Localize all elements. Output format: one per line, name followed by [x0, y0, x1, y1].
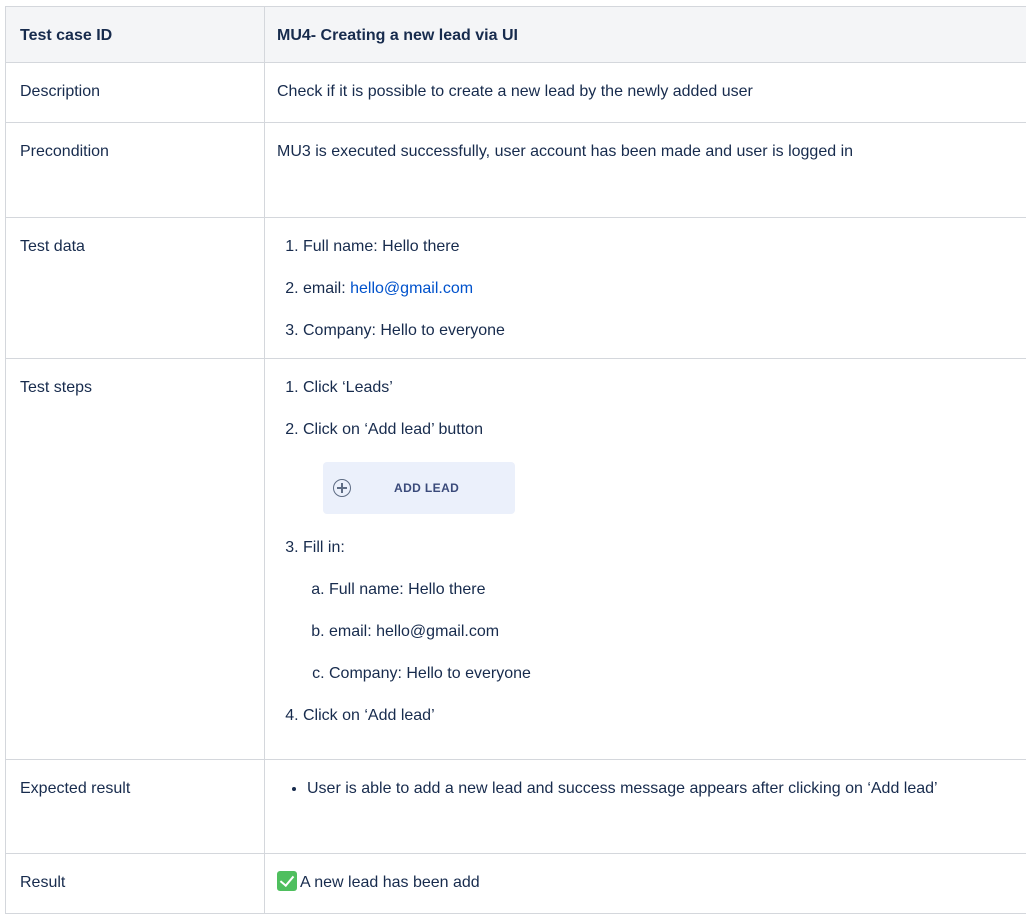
item-prefix: email:	[303, 280, 350, 297]
table-row-test-steps: Test steps Click ‘Leads’ Click on ‘Add l…	[6, 359, 1026, 760]
header-value: MU4- Creating a new lead via UI	[265, 7, 1026, 63]
step-3-text: Fill in:	[303, 539, 345, 556]
table-row-expected-result: Expected result User is able to add a ne…	[6, 760, 1026, 854]
email-link[interactable]: hello@gmail.com	[350, 280, 473, 297]
test-case-table: Test case ID MU4- Creating a new lead vi…	[5, 6, 1026, 914]
step-3-sublist: Full name: Hello there email: hello@gmai…	[303, 576, 1021, 688]
list-item: User is able to add a new lead and succe…	[307, 775, 1021, 803]
table-row-test-data: Test data Full name: Hello there email: …	[6, 218, 1026, 359]
table-row-description: Description Check if it is possible to c…	[6, 63, 1026, 123]
test-steps-label: Test steps	[6, 359, 265, 760]
step-4: Click on ‘Add lead’	[303, 702, 1021, 730]
item-value: Hello there	[382, 238, 459, 255]
expected-result-label: Expected result	[6, 760, 265, 854]
page: Test case ID MU4- Creating a new lead vi…	[0, 0, 1026, 911]
test-steps-list: Click ‘Leads’ Click on ‘Add lead’ button…	[277, 374, 1021, 730]
result-text: A new lead has been add	[300, 874, 480, 891]
step-2-text: Click on ‘Add lead’ button	[303, 421, 483, 438]
list-item: email: hello@gmail.com	[303, 275, 1021, 303]
description-value: Check if it is possible to create a new …	[265, 63, 1026, 123]
test-data-list: Full name: Hello there email: hello@gmai…	[277, 233, 1021, 345]
expected-result-list: User is able to add a new lead and succe…	[277, 775, 1021, 803]
list-item: Full name: Hello there	[303, 233, 1021, 261]
list-item: Company: Hello to everyone	[329, 660, 1021, 688]
item-prefix: Full name:	[303, 238, 382, 255]
test-steps-value: Click ‘Leads’ Click on ‘Add lead’ button…	[265, 359, 1026, 760]
add-lead-button-image: ADD LEAD	[323, 462, 515, 514]
precondition-value: MU3 is executed successfully, user accou…	[265, 123, 1026, 218]
item-prefix: Company:	[303, 322, 380, 339]
test-data-value: Full name: Hello there email: hello@gmai…	[265, 218, 1026, 359]
result-value: A new lead has been add	[265, 854, 1026, 914]
check-mark-icon	[277, 871, 297, 891]
item-value: Hello to everyone	[380, 322, 505, 339]
step-2: Click on ‘Add lead’ button ADD LEAD	[303, 416, 1021, 514]
list-item: Company: Hello to everyone	[303, 317, 1021, 345]
list-item: email: hello@gmail.com	[329, 618, 1021, 646]
add-lead-image-label: ADD LEAD	[394, 482, 459, 494]
expected-result-value: User is able to add a new lead and succe…	[265, 760, 1026, 854]
table-row-header: Test case ID MU4- Creating a new lead vi…	[6, 7, 1026, 63]
table-row-result: Result A new lead has been add	[6, 854, 1026, 914]
list-item: Full name: Hello there	[329, 576, 1021, 604]
plus-circle-icon	[333, 479, 351, 497]
description-label: Description	[6, 63, 265, 123]
precondition-label: Precondition	[6, 123, 265, 218]
step-3: Fill in: Full name: Hello there email: h…	[303, 534, 1021, 688]
step-1: Click ‘Leads’	[303, 374, 1021, 402]
table-row-precondition: Precondition MU3 is executed successfull…	[6, 123, 1026, 218]
header-label: Test case ID	[6, 7, 265, 63]
test-data-label: Test data	[6, 218, 265, 359]
result-label: Result	[6, 854, 265, 914]
